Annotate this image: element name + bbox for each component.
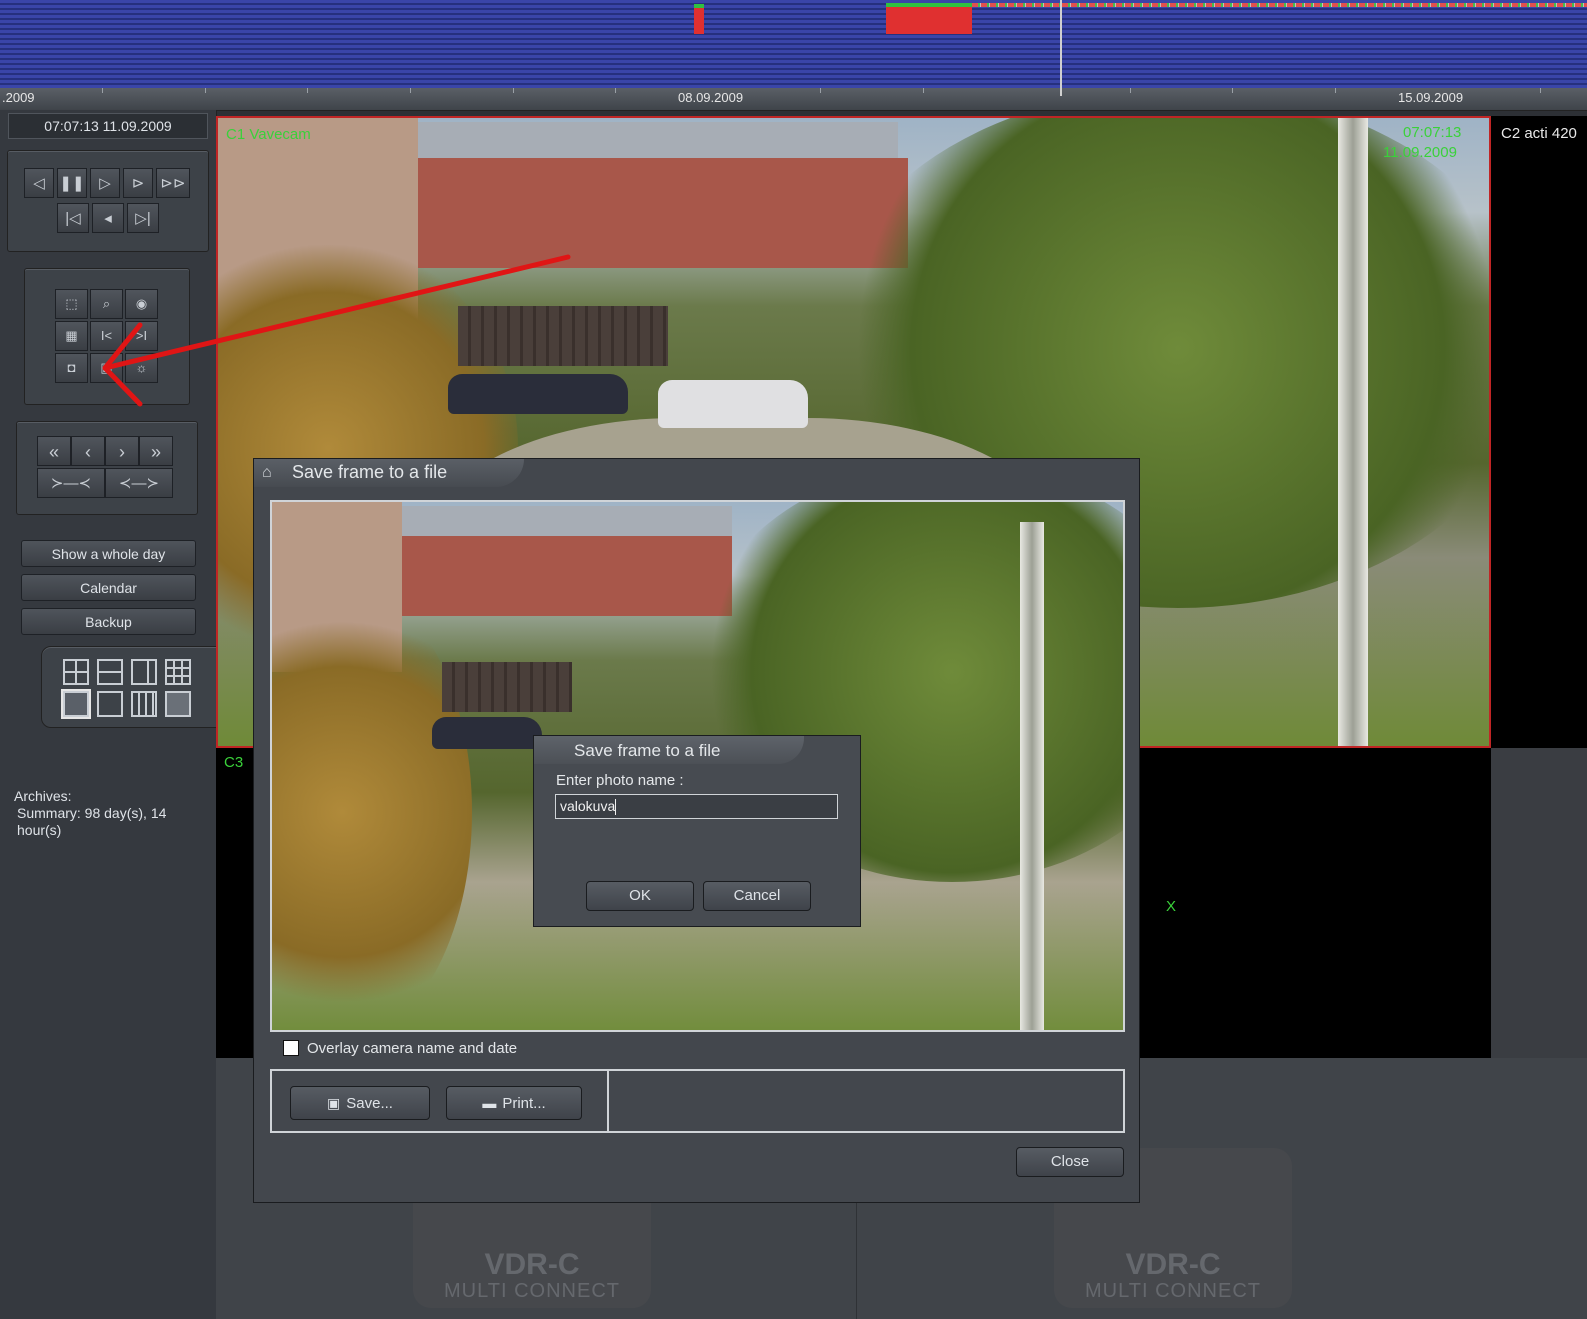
printer-icon: ▬: [482, 1095, 497, 1111]
overlay-checkbox[interactable]: [283, 1040, 299, 1056]
photo-name-dialog: Save frame to a file Enter photo name : …: [533, 735, 861, 927]
photo-name-value: valokuva: [560, 798, 616, 814]
building-roof: [402, 506, 732, 540]
cancel-button[interactable]: Cancel: [703, 881, 811, 911]
save-button-label: Save...: [346, 1095, 393, 1112]
text-caret: [615, 799, 617, 816]
container: [442, 662, 572, 712]
inner-dialog-title: Save frame to a file: [574, 741, 721, 760]
photo-name-input[interactable]: valokuva: [555, 794, 838, 819]
floppy-icon: ▣: [327, 1095, 341, 1111]
save-button[interactable]: ▣ Save...: [290, 1086, 430, 1120]
dialog-title-tab: ⌂ Save frame to a file: [254, 459, 524, 487]
overlay-label: Overlay camera name and date: [307, 1040, 518, 1057]
tree-autumn: [272, 582, 472, 1030]
print-button-label: Print...: [502, 1095, 546, 1112]
building: [402, 536, 732, 616]
ok-button[interactable]: OK: [586, 881, 694, 911]
close-button[interactable]: Close: [1016, 1147, 1124, 1177]
camera-dialog-icon: ⌂: [262, 464, 272, 481]
car: [432, 717, 542, 749]
birch-tree: [1020, 522, 1044, 1030]
photo-name-prompt: Enter photo name :: [556, 772, 684, 789]
dialog-title: Save frame to a file: [292, 462, 448, 482]
inner-dialog-title-tab: Save frame to a file: [534, 736, 804, 764]
print-button[interactable]: ▬ Print...: [446, 1086, 582, 1120]
